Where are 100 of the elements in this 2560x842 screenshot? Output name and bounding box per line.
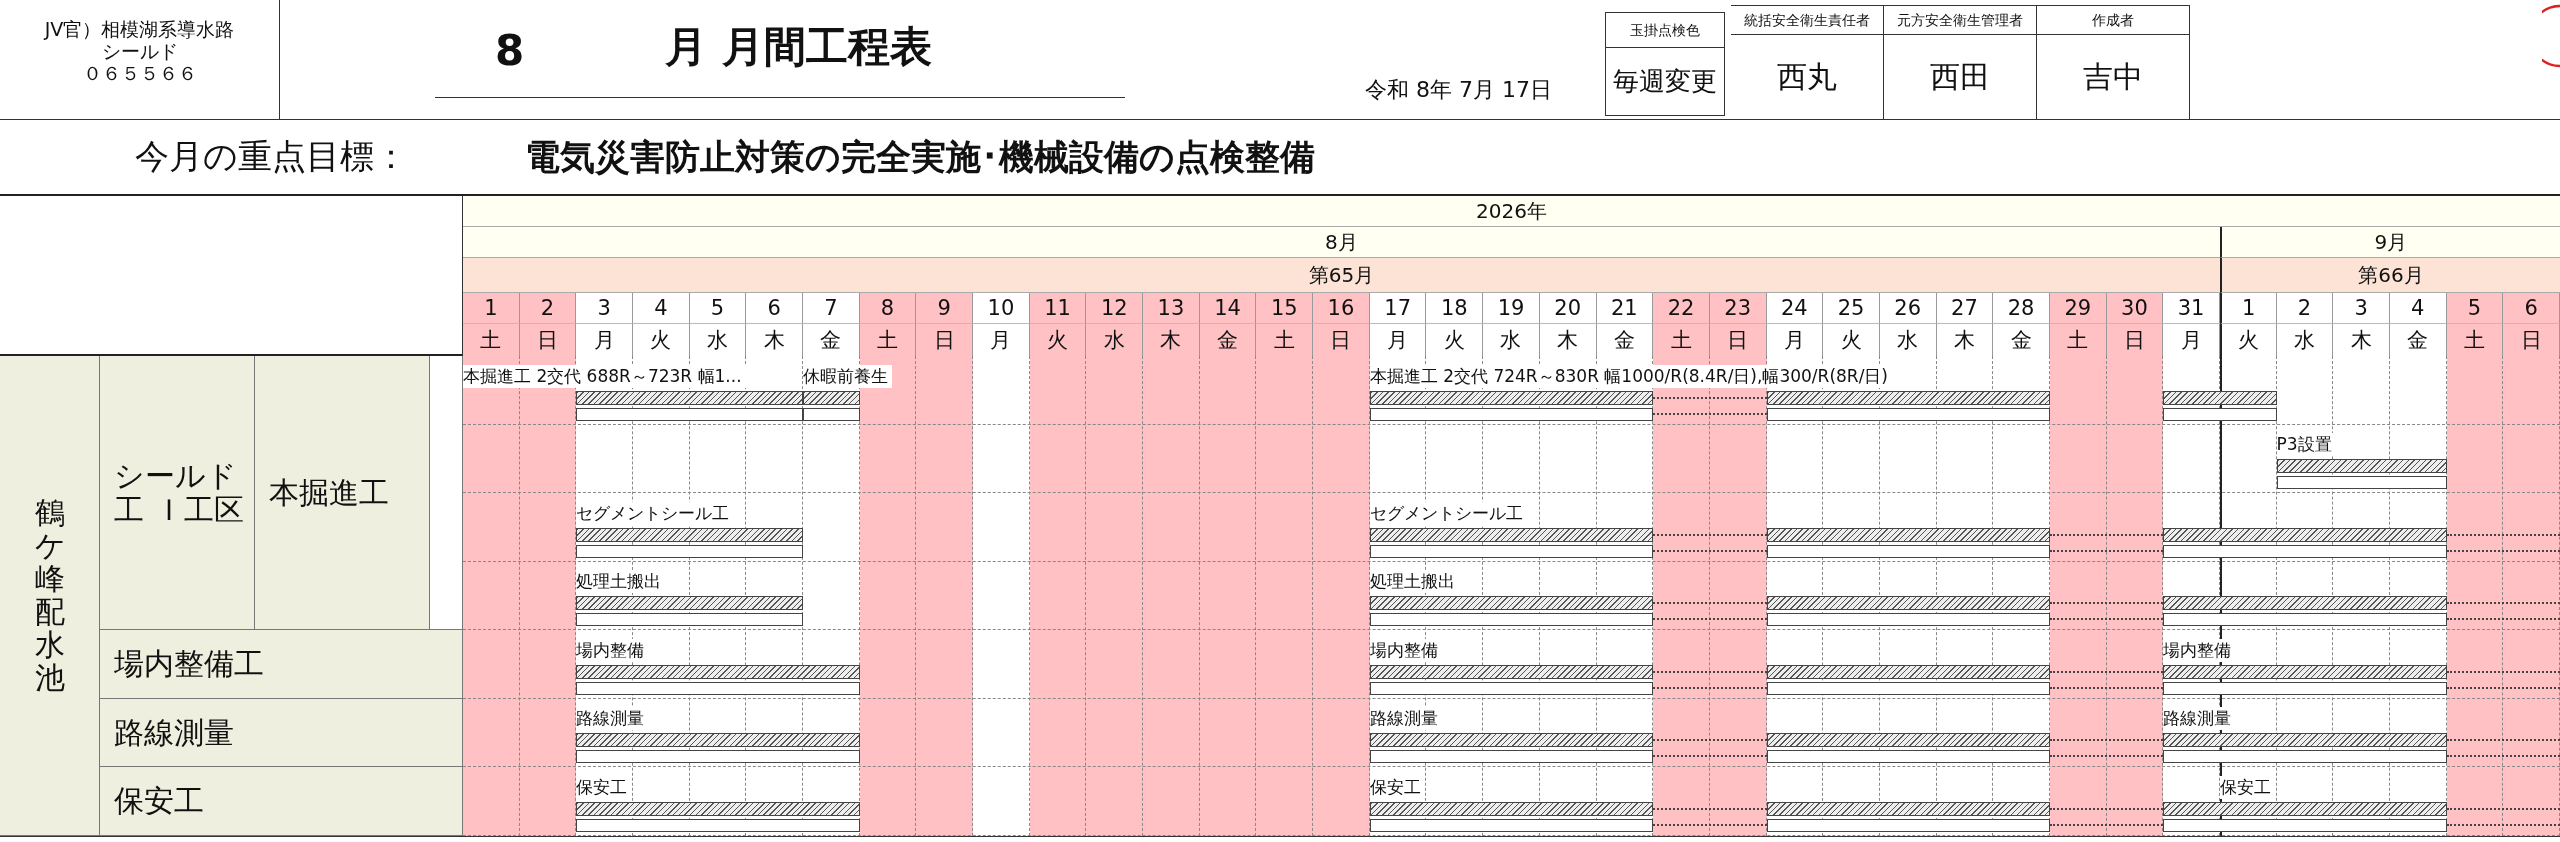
weekday-label: 月 — [973, 324, 1030, 356]
issue-date: 令和 8年 7月 17日 — [1365, 76, 1553, 104]
task-label: 本掘進工 2交代 688R～723R 幅1... — [463, 364, 746, 388]
day-number: 2 — [519, 293, 577, 324]
weekday-label: 日 — [916, 324, 974, 356]
weekday-label: 火 — [2219, 324, 2277, 356]
day-number: 12 — [1086, 293, 1144, 324]
day-number: 25 — [1823, 293, 1880, 324]
day-number: 31 — [2163, 293, 2220, 324]
day-number: 4 — [2389, 293, 2447, 324]
signature-name: 西田 — [1929, 57, 1991, 96]
signature-name: 吉中 — [2082, 57, 2144, 96]
day-number: 18 — [1426, 293, 1484, 324]
weekday-label: 木 — [746, 324, 804, 356]
work-item-label: シールド — [114, 458, 238, 493]
day-number: 9 — [916, 293, 974, 324]
day-number: 24 — [1766, 293, 1824, 324]
sub-item-label: 本掘進工 — [255, 356, 430, 631]
day-number: 3 — [576, 293, 633, 324]
weekday-label: 月 — [1369, 324, 1427, 356]
day-number: 15 — [1256, 293, 1314, 324]
weekday-label: 金 — [803, 324, 860, 356]
day-number: 1 — [2219, 293, 2277, 324]
work-item-label: 保安工 — [114, 784, 204, 819]
weekday-label: 日 — [1313, 324, 1370, 356]
weekday-label: 木 — [1936, 324, 1994, 356]
weekday-label: 日 — [2106, 324, 2164, 356]
day-number: 10 — [973, 293, 1030, 324]
weekday-label: 木 — [2333, 324, 2390, 356]
signature-role: 元方安全衛生管理者 — [1884, 6, 2036, 35]
month-label: 8月 — [463, 227, 2220, 258]
office-name: ０６５５６６ — [82, 62, 197, 84]
weekday-label: 火 — [633, 324, 690, 356]
weekday-label: 月 — [576, 324, 633, 356]
site-label: 鶴ケ峰配水池 — [0, 356, 100, 836]
weekday-label: 土 — [2049, 324, 2107, 356]
day-number: 6 — [2503, 293, 2560, 324]
weekday-label: 木 — [1143, 324, 1200, 356]
day-number: 27 — [1936, 293, 1994, 324]
work-item-label: 場内整備工 — [114, 647, 264, 682]
day-number: 11 — [1029, 293, 1087, 324]
inspection-label: 玉掛点検色 — [1606, 13, 1724, 48]
day-number: 21 — [1596, 293, 1654, 324]
day-number: 8 — [859, 293, 917, 324]
office-name: JV官）相模湖系導水路 — [44, 18, 235, 40]
title-month: 8 — [495, 26, 526, 75]
day-number: 30 — [2106, 293, 2164, 324]
weekday-label: 水 — [2276, 324, 2334, 356]
weekday-label: 金 — [1596, 324, 1654, 356]
day-number: 1 — [463, 293, 520, 324]
weekday-label: 水 — [1879, 324, 1937, 356]
month-label: 9月 — [2219, 227, 2560, 258]
day-number: 26 — [1879, 293, 1937, 324]
weekday-label: 土 — [2446, 324, 2504, 356]
schedule-title: 月 月間工程表 — [665, 21, 932, 73]
weekday-label: 金 — [2389, 324, 2447, 356]
weekday-label: 水 — [1483, 324, 1540, 356]
weekday-label: 土 — [1256, 324, 1314, 356]
goal-label: 今月の重点目標： — [135, 135, 409, 178]
task-label: 休暇前養生 — [803, 364, 893, 388]
day-number: 22 — [1653, 293, 1710, 324]
weekday-label: 日 — [1709, 324, 1767, 356]
day-number: 19 — [1483, 293, 1540, 324]
weekday-label: 月 — [2163, 324, 2220, 356]
day-number: 14 — [1199, 293, 1257, 324]
office-name: シールド — [101, 40, 178, 62]
day-number: 13 — [1143, 293, 1200, 324]
day-number: 28 — [1993, 293, 2050, 324]
day-number: 4 — [633, 293, 690, 324]
weekday-label: 火 — [1823, 324, 1880, 356]
day-number: 7 — [803, 293, 860, 324]
day-number: 5 — [689, 293, 747, 324]
day-number: 23 — [1709, 293, 1767, 324]
weekday-label: 土 — [1653, 324, 1710, 356]
weekday-label: 土 — [463, 324, 520, 356]
weekday-label: 火 — [1426, 324, 1484, 356]
day-number: 16 — [1313, 293, 1370, 324]
day-number: 6 — [746, 293, 804, 324]
day-number: 29 — [2049, 293, 2107, 324]
signature-role: 作成者 — [2037, 6, 2189, 35]
weekday-label: 火 — [1029, 324, 1087, 356]
weekday-label: 月 — [1766, 324, 1824, 356]
day-number: 20 — [1539, 293, 1597, 324]
work-item-label: 工 Ｉ工区 — [114, 492, 244, 527]
goal-text: 電気災害防止対策の完全実施･機械設備の点検整備 — [525, 135, 1315, 179]
weekday-label: 土 — [859, 324, 917, 356]
period-label: 第65月 — [463, 258, 2220, 293]
signature-role: 統括安全衛生責任者 — [1731, 6, 1883, 35]
work-item-label: 路線測量 — [114, 715, 234, 750]
inspection-value: 毎週変更 — [1612, 65, 1718, 98]
signature-name: 西丸 — [1776, 57, 1838, 96]
task-label: P3設置 — [2276, 433, 2336, 457]
weekday-label: 日 — [2503, 324, 2560, 356]
day-number: 3 — [2333, 293, 2390, 324]
weekday-label: 金 — [1199, 324, 1257, 356]
weekday-label: 日 — [519, 324, 577, 356]
year-label: 2026年 — [463, 196, 2560, 227]
day-number: 5 — [2446, 293, 2504, 324]
period-label: 第66月 — [2219, 258, 2560, 293]
day-number: 2 — [2276, 293, 2334, 324]
